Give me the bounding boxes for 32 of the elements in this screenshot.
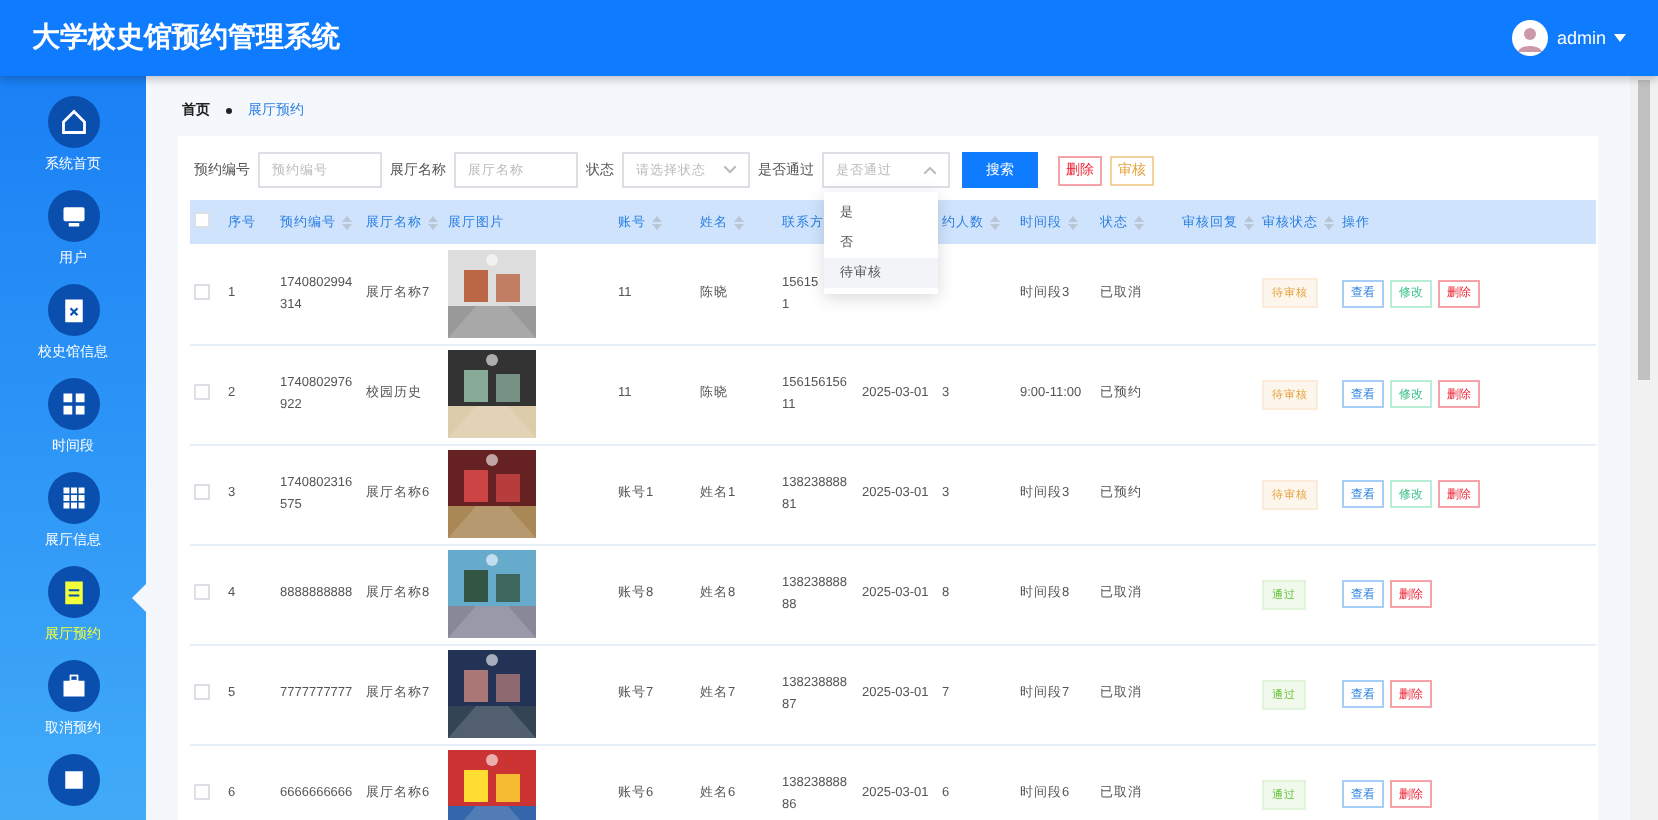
checkbox[interactable]: [194, 283, 210, 300]
sort-icon[interactable]: [1134, 215, 1144, 229]
checkbox[interactable]: [194, 584, 210, 600]
sort-icon[interactable]: [1068, 215, 1078, 229]
checkbox[interactable]: [194, 784, 210, 800]
checkbox[interactable]: [194, 484, 210, 500]
briefcase-icon: [59, 672, 87, 700]
caret-icon: [1614, 34, 1626, 42]
clipboard-icon: [59, 296, 87, 324]
sort-icon[interactable]: [342, 215, 352, 229]
grid-icon: [59, 390, 87, 418]
checkbox[interactable]: [194, 384, 210, 400]
app-title: 大学校史馆预约管理系统: [32, 20, 340, 56]
square-icon: [59, 766, 87, 794]
sort-icon[interactable]: [428, 215, 438, 229]
grid-icon: [59, 484, 87, 512]
home-icon: [59, 108, 87, 136]
user-menu[interactable]: admin: [1512, 20, 1626, 56]
caret-icon: [724, 166, 736, 174]
sort-icon[interactable]: [990, 215, 1000, 229]
sort-icon[interactable]: [1324, 215, 1334, 229]
sort-icon[interactable]: [1244, 215, 1254, 229]
sort-icon[interactable]: [734, 215, 744, 229]
caret-icon: [924, 166, 936, 174]
scrollbar[interactable]: [1630, 76, 1658, 820]
sort-icon[interactable]: [652, 215, 662, 229]
checkbox[interactable]: [194, 684, 210, 700]
monitor-icon: [59, 202, 87, 230]
clipboard-icon: [59, 578, 87, 606]
avatar: [1512, 20, 1549, 56]
checkbox[interactable]: [194, 212, 210, 228]
selection-pointer: [132, 584, 146, 612]
